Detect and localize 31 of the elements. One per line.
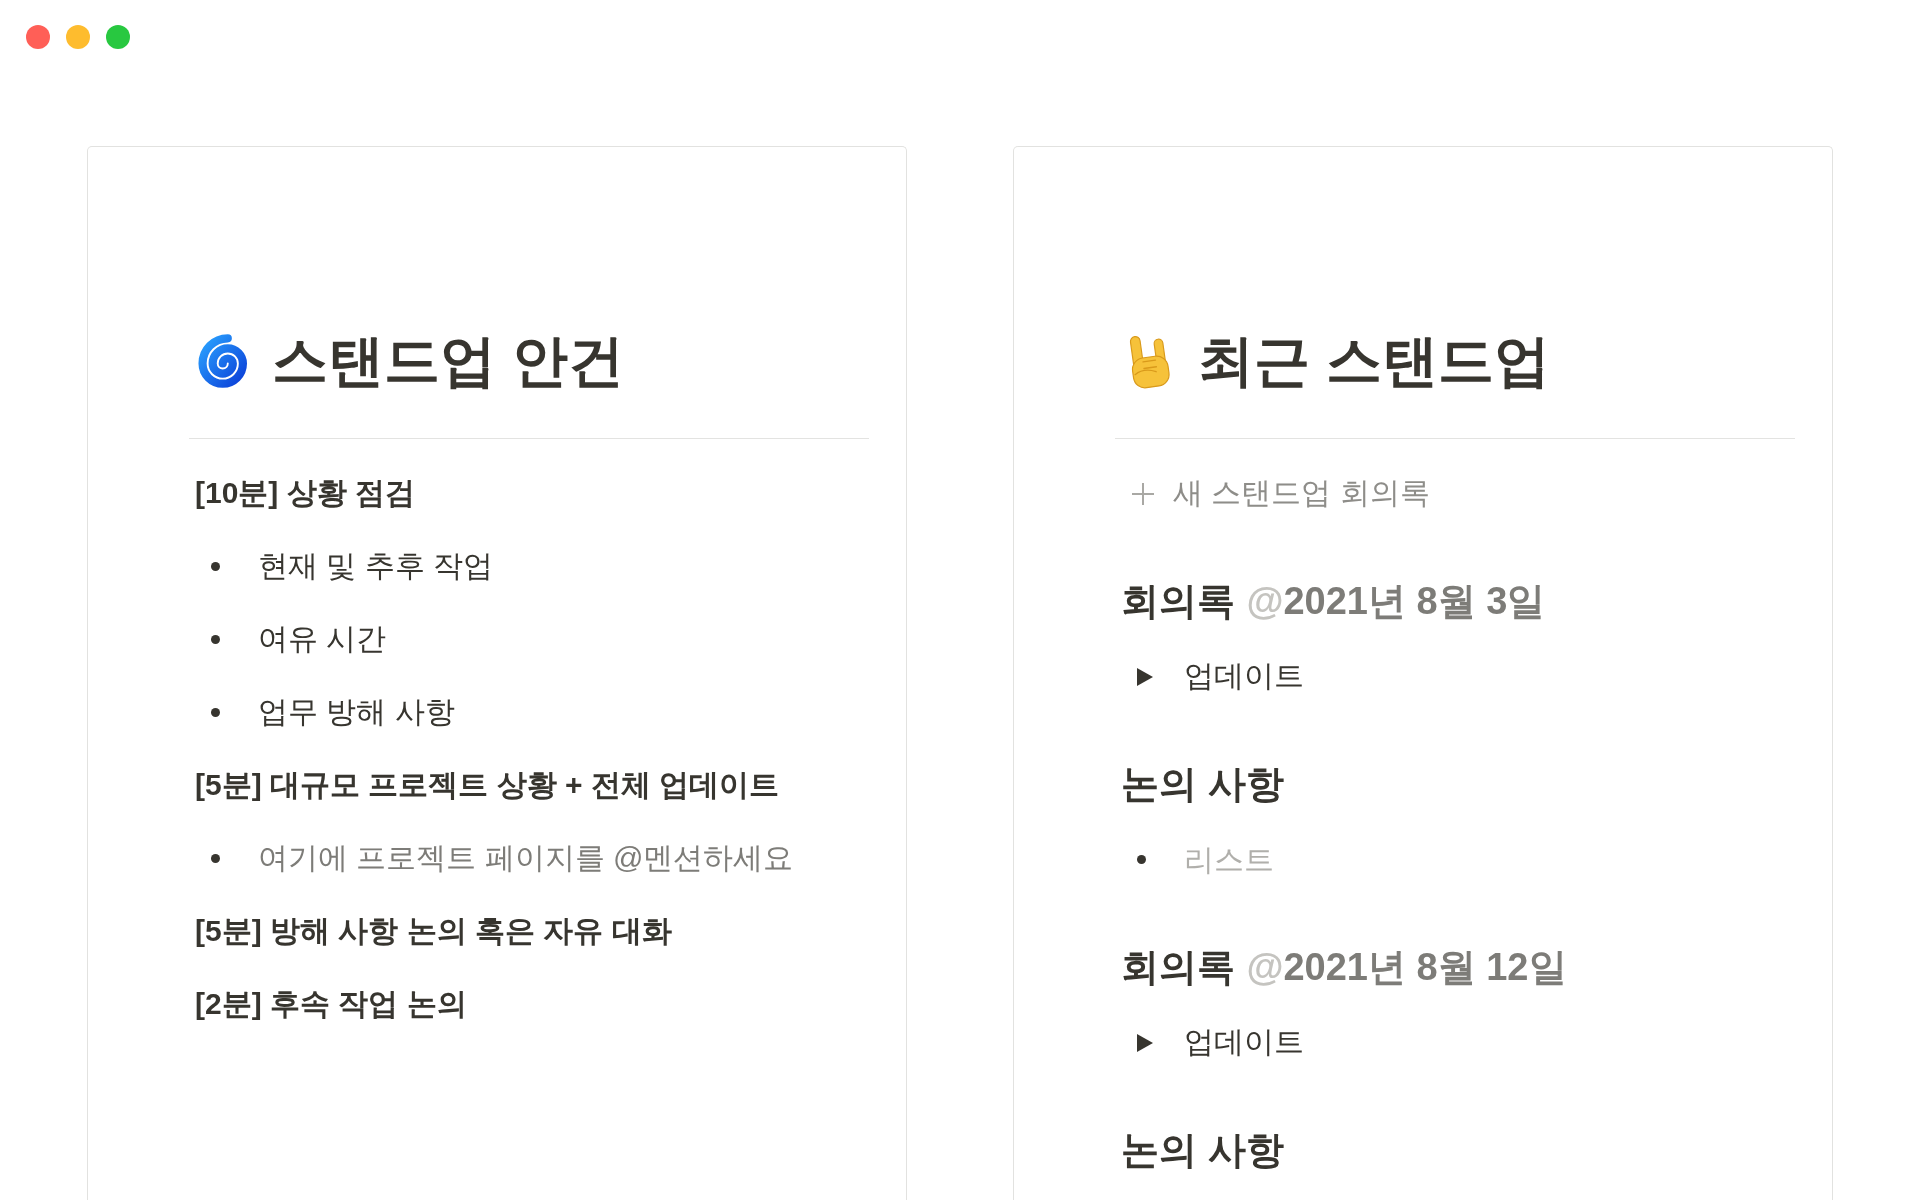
list-item-text: 여기에 프로젝트 페이지를 @멘션하세요	[258, 840, 794, 876]
plus-icon	[1131, 481, 1155, 506]
triangle-icon[interactable]	[1137, 1033, 1153, 1052]
zoom-button[interactable]	[106, 25, 130, 49]
section-heading: 논의 사항	[1121, 761, 1284, 807]
date-mention[interactable]: @2021년 8월 3일	[1246, 575, 1546, 627]
heading-text: 회의록	[1121, 944, 1235, 990]
triangle-icon[interactable]	[1137, 667, 1153, 686]
bullet-icon	[211, 635, 220, 644]
date-mention[interactable]: @2021년 8월 12일	[1246, 941, 1567, 993]
page-title: 최근 스탠드업	[1198, 328, 1550, 394]
page-title: 스탠드업 안건	[272, 328, 624, 394]
new-page-button[interactable]: 새 스탠드업 회의록	[1127, 473, 1434, 514]
list-item-text: 여유 시간	[258, 621, 387, 657]
section-heading: 논의 사항	[1121, 1127, 1284, 1173]
section-label: [10분] 상황 점검	[195, 475, 416, 511]
toggle-text: 업데이트	[1184, 658, 1304, 694]
heading-text: 회의록	[1121, 578, 1235, 624]
bullet-icon	[211, 708, 220, 717]
section-label: [5분] 대규모 프로젝트 상황 + 전체 업데이트	[195, 767, 780, 803]
toggle-text: 업데이트	[1184, 1024, 1304, 1060]
bullet-icon	[211, 854, 220, 863]
bullet-icon	[211, 562, 220, 571]
section-label: [5분] 방해 사항 논의 혹은 자유 대화	[195, 913, 672, 949]
list-item-text: 현재 및 추후 작업	[258, 548, 493, 584]
section-label: [2분] 후속 작업 논의	[195, 986, 467, 1022]
list-item-field[interactable]: 리스트	[1184, 842, 1288, 877]
close-button[interactable]	[26, 25, 50, 49]
bullet-icon	[1137, 855, 1146, 864]
minimize-button[interactable]	[66, 25, 90, 49]
list-item-text: 업무 방해 사항	[258, 694, 455, 730]
